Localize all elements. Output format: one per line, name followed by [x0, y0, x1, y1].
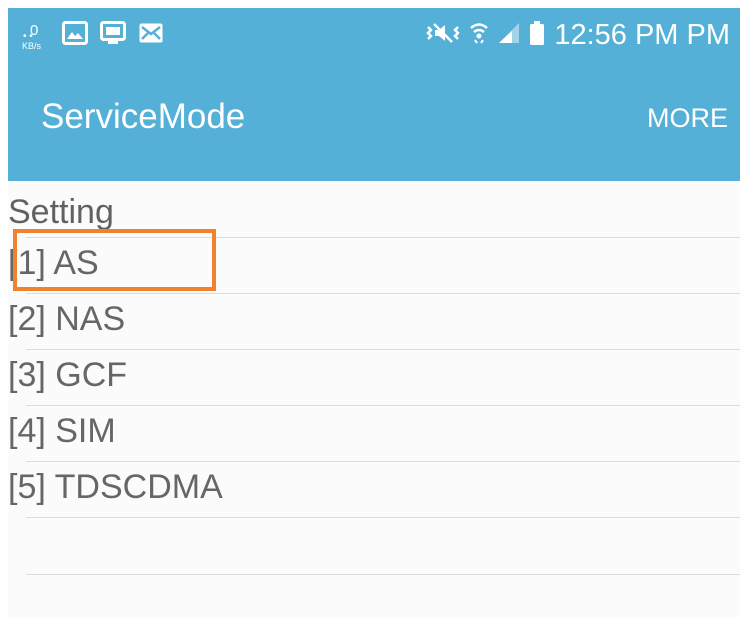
status-bar: 0 • • KB/s 12:56 PM PM [8, 8, 740, 63]
page-title: ServiceMode [41, 97, 246, 136]
message-notification-icon [138, 22, 164, 49]
menu-item-sim[interactable]: [4] SIM [8, 405, 740, 461]
menu-list: Setting [1] AS [2] NAS [3] GCF [4] SIM [… [8, 181, 740, 617]
menu-item-nas[interactable]: [2] NAS [8, 293, 740, 349]
menu-item-gcf[interactable]: [3] GCF [8, 349, 740, 405]
menu-item-label: [4] SIM [8, 412, 116, 450]
divider [26, 574, 740, 575]
status-bar-right-icons: 12:56 PM PM [426, 17, 730, 53]
screen-mirror-notification-icon [100, 20, 126, 50]
network-speed-unit: KB/s [22, 41, 42, 51]
menu-item-as[interactable]: [1] AS [8, 237, 740, 293]
section-title: Setting [8, 193, 114, 231]
menu-item-label: [2] NAS [8, 300, 126, 338]
status-time: 12:56 PM PM [554, 19, 730, 51]
service-mode-screen: 0 • • KB/s 12:56 PM PM ServiceMode MORE … [8, 8, 740, 617]
menu-item-tdscdma[interactable]: [5] TDSCDMA [8, 461, 740, 517]
gallery-notification-icon [62, 20, 88, 50]
mute-vibrate-icon [426, 21, 461, 50]
status-bar-left-icons: 0 • • KB/s [22, 18, 164, 52]
more-button[interactable]: MORE [647, 101, 728, 135]
divider [26, 517, 740, 518]
app-bar: ServiceMode MORE [8, 63, 740, 181]
cellular-signal-icon [498, 21, 520, 50]
menu-item-label: [5] TDSCDMA [8, 468, 223, 506]
wifi-icon [469, 20, 489, 51]
menu-item-label: [3] GCF [8, 356, 128, 394]
network-speed-icon: 0 • • KB/s [22, 18, 50, 52]
menu-item-label: [1] AS [8, 244, 99, 282]
battery-icon [529, 20, 545, 51]
